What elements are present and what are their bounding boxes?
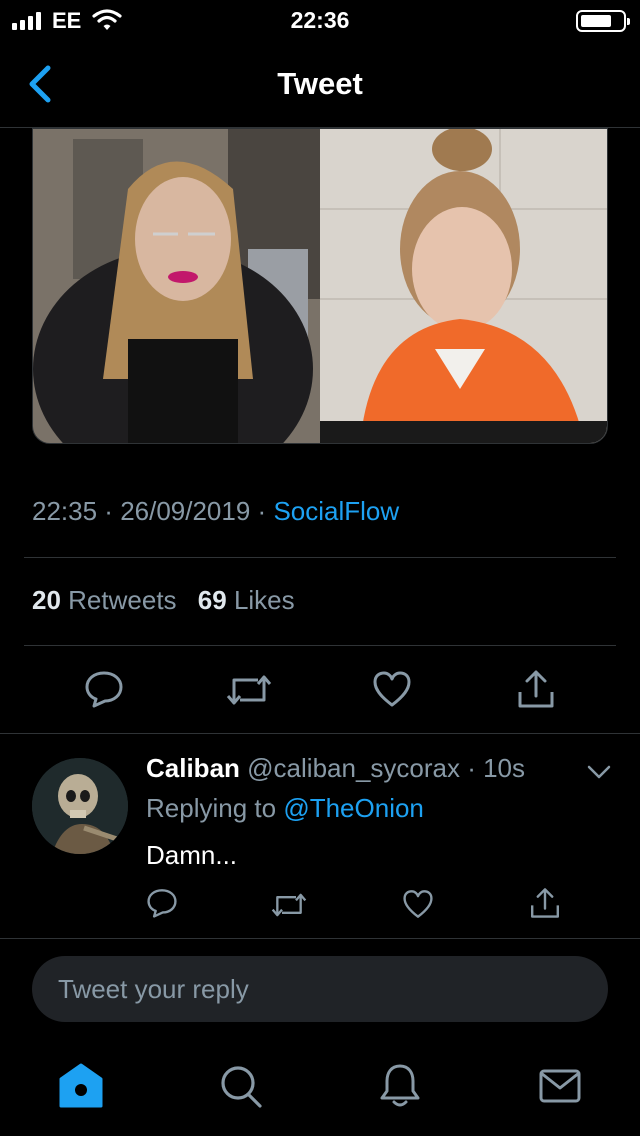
- home-icon: [59, 1063, 103, 1108]
- photo-right-pane: [320, 129, 607, 443]
- messages-icon: [539, 1069, 581, 1103]
- tweet-time: 22:35: [32, 496, 98, 526]
- like-button[interactable]: [372, 670, 412, 708]
- mention-link[interactable]: @TheOnion: [283, 793, 424, 823]
- tab-notifications[interactable]: [378, 1062, 422, 1115]
- status-bar: EE 22:36: [0, 0, 640, 40]
- search-icon: [221, 1066, 262, 1108]
- tweet-date: 26/09/2019: [120, 496, 251, 526]
- reply-button[interactable]: [84, 670, 124, 708]
- tab-messages[interactable]: [538, 1062, 582, 1115]
- chevron-down-icon: [587, 765, 611, 779]
- tweet-stats: 20 Retweets 69 Likes: [32, 585, 295, 616]
- replying-prefix: Replying to: [146, 793, 277, 823]
- retweet-button[interactable]: [226, 672, 272, 708]
- reply-reply-button[interactable]: [146, 888, 178, 918]
- like-icon: [373, 671, 411, 707]
- replying-to: Replying to @TheOnion: [146, 793, 424, 824]
- share-icon: [518, 670, 554, 708]
- reply-share-button[interactable]: [529, 886, 561, 920]
- like-icon: [403, 890, 433, 918]
- battery-icon: [576, 10, 630, 32]
- reply-author-name[interactable]: Caliban: [146, 753, 240, 783]
- avatar[interactable]: [32, 758, 128, 854]
- divider: [0, 733, 640, 734]
- tab-search[interactable]: [218, 1062, 264, 1115]
- photo-left-pane: [33, 129, 320, 443]
- retweets-stat[interactable]: 20 Retweets: [32, 585, 177, 615]
- page-title: Tweet: [277, 66, 363, 101]
- tweet-timestamp: 22:35 · 26/09/2019 · SocialFlow: [32, 496, 400, 526]
- share-icon: [531, 888, 559, 918]
- retweet-icon: [226, 675, 272, 705]
- likes-stat[interactable]: 69 Likes: [198, 585, 295, 615]
- reply-like-button[interactable]: [402, 889, 434, 919]
- reply-input[interactable]: [58, 956, 578, 1022]
- divider: [0, 938, 640, 939]
- reply-retweet-button[interactable]: [271, 891, 307, 919]
- reply-dot: ·: [459, 753, 484, 783]
- reply-header: Caliban @caliban_sycorax · 10s: [146, 753, 525, 784]
- nav-bar: Tweet: [0, 40, 640, 128]
- retweets-label: Retweets: [68, 585, 177, 615]
- retweet-icon: [271, 893, 307, 917]
- retweet-count: 20: [32, 585, 61, 615]
- tab-home[interactable]: [58, 1062, 104, 1115]
- share-button[interactable]: [516, 668, 556, 710]
- reply-text: Damn...: [146, 840, 238, 870]
- status-time: 22:36: [290, 7, 350, 33]
- reply-age: 10s: [483, 753, 526, 783]
- tweet-photo[interactable]: [32, 128, 608, 444]
- divider: [24, 645, 616, 646]
- reply-author-handle[interactable]: @caliban_sycorax: [247, 753, 460, 783]
- likes-label: Likes: [233, 585, 295, 615]
- tweet-source-link[interactable]: SocialFlow: [273, 496, 399, 526]
- divider: [24, 557, 616, 558]
- like-count: 69: [197, 585, 227, 615]
- notifications-icon: [380, 1064, 420, 1107]
- reply-icon: [85, 671, 123, 708]
- reply-compose-box[interactable]: [32, 956, 608, 1022]
- reply-menu-button[interactable]: [586, 764, 612, 785]
- reply-icon: [147, 889, 177, 918]
